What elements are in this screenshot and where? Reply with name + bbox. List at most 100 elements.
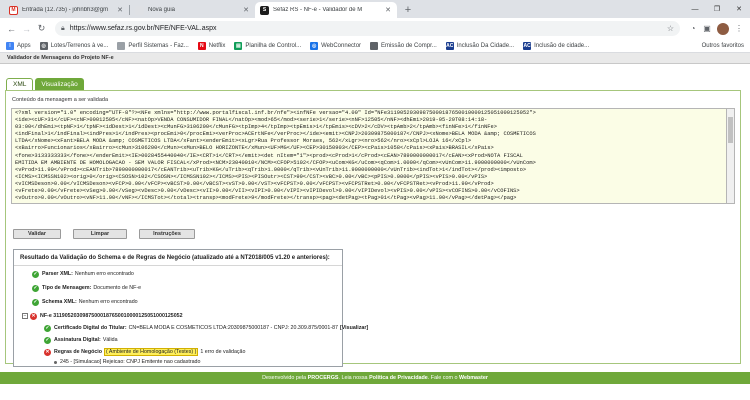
xml-line: <indFinal>1</indFinal><indPres>1</indPre…: [15, 131, 536, 138]
xml-line: <vOutro>0.00</vOutro><vNF>11.90</vNF></I…: [15, 195, 517, 202]
bookmark-item[interactable]: Emissão de Compr...: [370, 41, 437, 50]
result-label: Parser XML:: [42, 271, 73, 277]
xml-line: <xBairro>Funcionarios</xBairro><cMun>310…: [15, 145, 494, 152]
result-label: Assinatura Digital:: [54, 337, 101, 343]
result-value: CN=BELA MODA E COSMETICOS LTDA:203098750…: [128, 325, 338, 331]
result-row-parser: ✓ Parser XML: Nenhum erro encontrado: [32, 269, 336, 279]
address-bar[interactable]: 🔒︎ https://www.sefaz.rs.gov.br/NFE/NFE-V…: [55, 21, 680, 36]
menu-icon[interactable]: ⋮: [732, 22, 746, 36]
browser-tab-new[interactable]: Nova guia ✕: [130, 2, 255, 18]
reload-icon[interactable]: ↻: [34, 21, 49, 36]
sefaz-icon: S: [260, 5, 269, 15]
action-buttons: Validar Limpar Instruções: [13, 229, 195, 239]
bookmark-star-icon[interactable]: ☆: [667, 24, 674, 33]
error-icon: ✕: [30, 312, 37, 320]
xml-line: <vProd>11.90</vProd><cEANTrib>7890000000…: [15, 166, 527, 173]
error-message: 245 - [Simulacao] Rejeicao: CNPJ Emitent…: [60, 359, 201, 365]
page-icon: [117, 41, 126, 50]
bookmark-item[interactable]: ◎ Lotes/Terrenos à ve...: [39, 41, 109, 50]
scrollbar-thumb[interactable]: [728, 117, 733, 143]
footer-text: Desenvolvido pela: [262, 375, 307, 381]
new-tab-button[interactable]: +: [400, 2, 416, 18]
xml-line: <vICMSDeson>0.00</vICMSDeson><vFCP>0.00<…: [15, 180, 494, 187]
profile-avatar[interactable]: [717, 22, 729, 35]
environment-highlight: ( Ambiente de Homologação (Testes) ): [103, 348, 199, 356]
webmaster-link[interactable]: Webmaster: [459, 375, 488, 381]
content-label: Conteúdo da mensagem a ser validada: [12, 97, 109, 103]
gmail-icon: M: [9, 5, 18, 15]
other-bookmarks[interactable]: Outros favoritos: [690, 43, 744, 49]
xml-line: <ide><cUF>31</cUF><cNF>00012505</cNF><na…: [15, 117, 488, 124]
error-icon: ✕: [44, 348, 51, 356]
close-tab-icon[interactable]: ✕: [242, 6, 250, 14]
globe-icon: ◎: [310, 41, 319, 50]
tab-title: Entrada (12.735) - johnbh3@gm: [22, 7, 109, 13]
xml-line: LTDA</xNome><xFant>BELA MODA &amp; COSME…: [15, 138, 472, 145]
bookmark-item[interactable]: AC Inclusão de cidade...: [523, 41, 590, 50]
bookmark-label: Lotes/Terrenos à ve...: [50, 42, 109, 49]
footer-text: . Leia nossa: [338, 375, 368, 381]
close-tab-icon[interactable]: ✕: [384, 6, 392, 14]
result-title: Resultado da Validação do Schema e de Re…: [14, 250, 342, 266]
validar-button[interactable]: Validar: [13, 229, 61, 239]
bookmark-item[interactable]: N Netflix: [197, 41, 226, 50]
page-icon: [370, 41, 379, 50]
xml-line: <?xml version="1.0" encoding="UTF-8"?><N…: [15, 110, 536, 116]
result-label: Schema XML:: [42, 299, 77, 305]
close-tab-icon[interactable]: ✕: [116, 6, 124, 14]
result-label: Tipo de Mensagem:: [42, 285, 92, 291]
collapse-icon[interactable]: −: [22, 313, 28, 319]
limpar-button[interactable]: Limpar: [73, 229, 127, 239]
xml-scrollbar[interactable]: [727, 108, 735, 204]
back-icon[interactable]: ←: [4, 21, 19, 36]
window-controls: — ❐ ✕: [684, 0, 750, 18]
close-window-icon[interactable]: ✕: [728, 0, 750, 18]
bookmark-item[interactable]: Perfil Sistemas - Faz...: [117, 41, 189, 50]
netflix-icon: N: [197, 41, 206, 50]
check-icon: ✓: [32, 284, 39, 292]
check-icon: ✓: [44, 336, 51, 344]
bookmark-label: Inclusão de cidade...: [534, 42, 590, 49]
maximize-icon[interactable]: ❐: [706, 0, 728, 18]
forward-icon[interactable]: →: [19, 21, 34, 36]
bookmark-label: Apps: [17, 42, 31, 49]
apps-icon: ⁞: [6, 41, 14, 50]
browser-toolbar: ← → ↻ 🔒︎ https://www.sefaz.rs.gov.br/NFE…: [0, 18, 750, 39]
result-label: Regras de Negócio: [54, 349, 102, 355]
view-tabs: XML Visualização: [6, 78, 86, 90]
tab-visualizacao[interactable]: Visualização: [35, 78, 84, 90]
check-icon: ✓: [32, 298, 39, 306]
result-value: 1 erro de validação: [200, 349, 246, 355]
procergs-link[interactable]: PROCERGS: [308, 375, 339, 381]
result-value: Nenhum erro encontrado: [74, 271, 134, 277]
url-text: https://www.sefaz.rs.gov.br/NFE/NFE-VAL.…: [69, 25, 217, 32]
page-content: Validador de Mensagens do Projeto NF-e X…: [0, 53, 750, 400]
tab-xml[interactable]: XML: [6, 78, 34, 90]
minimize-icon[interactable]: —: [684, 0, 706, 18]
extension-icon[interactable]: ◔: [686, 22, 700, 36]
bookmark-label: Inclusão Da Cidade...: [456, 42, 515, 49]
privacy-link[interactable]: Política de Privacidade: [369, 375, 428, 381]
bookmark-item[interactable]: ◎ WebConnector: [310, 41, 361, 50]
tab-title: Nova guia: [148, 7, 176, 13]
bookmark-label: Netflix: [208, 42, 226, 49]
browser-tab-gmail[interactable]: M Entrada (12.735) - johnbh3@gm ✕: [4, 2, 129, 18]
nfe-key: NF-e 31190520309875000187650010000125051…: [40, 313, 183, 319]
error-list-item: 245 - [Simulacao] Rejeicao: CNPJ Emitent…: [44, 357, 336, 367]
xml-line: EMITIDA EM AMBIENTE DE HOMOLOGACAO - SEM…: [15, 159, 536, 166]
visualizar-link[interactable]: [Visualizar]: [340, 325, 368, 331]
extension-icon[interactable]: ▣: [700, 22, 714, 36]
result-value: Válida: [102, 337, 118, 343]
result-row-tipo: ✓ Tipo de Mensagem: Documento de NF-e: [32, 283, 336, 293]
globe-icon: ◎: [39, 41, 48, 50]
bookmark-apps[interactable]: ⁞ Apps: [6, 41, 31, 50]
bookmark-label: Planilha de Control...: [245, 42, 302, 49]
bookmark-item[interactable]: ▤ Planilha de Control...: [234, 41, 302, 50]
xml-textarea[interactable]: <?xml version="1.0" encoding="UTF-8"?><N…: [11, 108, 727, 204]
result-label: Certificado Digital do Titular:: [54, 325, 127, 331]
browser-tab-sefaz[interactable]: S Sefaz RS - NF-e - Validador de M ✕: [255, 2, 397, 18]
bookmark-label: Perfil Sistemas - Faz...: [128, 42, 189, 49]
instrucoes-button[interactable]: Instruções: [139, 229, 195, 239]
bookmark-item[interactable]: AC Inclusão Da Cidade...: [445, 41, 515, 50]
result-value: Nenhum erro encontrado: [78, 299, 138, 305]
